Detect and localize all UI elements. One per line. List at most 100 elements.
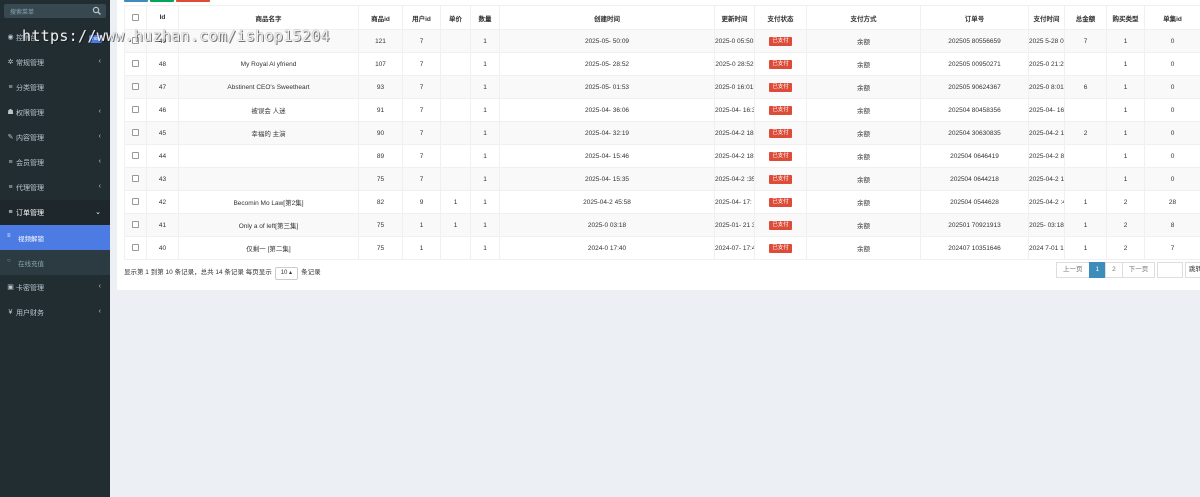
cell-order-no: 202505 90624367 xyxy=(920,75,1029,99)
sidebar-subitem-label: 在线充值 xyxy=(18,261,44,268)
column-header[interactable]: 商品id xyxy=(358,5,403,30)
row-select-cell[interactable] xyxy=(124,121,147,145)
cell-total: 2 xyxy=(1064,121,1107,145)
sidebar-item[interactable]: ✲ 常规管理 ‹ xyxy=(0,50,110,75)
column-header[interactable]: 总金额 xyxy=(1064,5,1107,30)
cell-total xyxy=(1064,144,1107,168)
column-header[interactable]: 支付时间 xyxy=(1028,5,1065,30)
column-header[interactable]: 数量 xyxy=(470,5,500,30)
select-all-checkbox[interactable] xyxy=(132,13,139,21)
sidebar-item-label: 内容管理 xyxy=(16,135,44,142)
circle-icon: ○ xyxy=(7,258,11,264)
watermark: https://www.huzhan.com/ishop15204 xyxy=(22,27,330,45)
column-header[interactable]: 更新时间 xyxy=(714,5,755,30)
sidebar-item[interactable]: ≡ 代理管理 ‹ xyxy=(0,175,110,200)
row-select-cell[interactable] xyxy=(124,213,147,237)
cell-buy-type: 1 xyxy=(1106,167,1145,191)
toolbar-button[interactable] xyxy=(150,0,174,2)
cell-qty: 1 xyxy=(470,167,500,191)
row-checkbox[interactable] xyxy=(132,244,139,252)
cell-paid: 2025-04-2 8:15:46 xyxy=(1028,144,1065,168)
chevron-left-icon: ‹ xyxy=(98,108,101,115)
row-select-cell[interactable] xyxy=(124,167,147,191)
toolbar-button[interactable] xyxy=(124,0,148,2)
cell-buy-type: 1 xyxy=(1106,144,1145,168)
cell-order-no: 202504 30630835 xyxy=(920,121,1029,145)
cell-status: 已支付 xyxy=(754,29,807,53)
cell-goods-id: 75 xyxy=(358,236,403,260)
cell-created: 2025-05- 28:52 xyxy=(499,52,715,76)
cell-updated: 2025-0 28:52 xyxy=(714,52,755,76)
cell-order-no: 202505 00950271 xyxy=(920,52,1029,76)
cell-price xyxy=(440,75,471,99)
cell-user-id: 1 xyxy=(402,213,441,237)
row-select-cell[interactable] xyxy=(124,190,147,214)
sidebar-item[interactable]: ¥ 用户财务 ‹ xyxy=(0,300,110,325)
cell-buy-type: 1 xyxy=(1106,75,1145,99)
cell-episode-id: 7 xyxy=(1144,236,1200,260)
cell-price: 1 xyxy=(440,213,471,237)
row-checkbox[interactable] xyxy=(132,221,139,229)
column-header[interactable]: 单价 xyxy=(440,5,471,30)
page-2-button[interactable]: 2 xyxy=(1105,262,1123,278)
row-select-cell[interactable] xyxy=(124,144,147,168)
column-header[interactable]: 商品名字 xyxy=(178,5,359,30)
sidebar-item[interactable]: ≡ 订单管理 ⌄ xyxy=(0,200,110,225)
row-checkbox[interactable] xyxy=(132,198,139,206)
sidebar-item[interactable]: ✎ 内容管理 ‹ xyxy=(0,125,110,150)
row-checkbox[interactable] xyxy=(132,106,139,114)
row-select-cell[interactable] xyxy=(124,75,147,99)
cell-updated: 2025-04-2 18: :46 xyxy=(714,144,755,168)
toolbar-button[interactable] xyxy=(176,0,210,2)
row-checkbox[interactable] xyxy=(132,83,139,91)
sidebar-item[interactable]: ≡ 会员管理 ‹ xyxy=(0,150,110,175)
search-icon[interactable] xyxy=(92,6,102,16)
cell-updated: 2024-07- 17:40 xyxy=(714,236,755,260)
menu-search-input[interactable]: 搜索菜单 xyxy=(4,4,106,18)
row-checkbox[interactable] xyxy=(132,129,139,137)
chevron-down-icon: ⌄ xyxy=(95,209,101,216)
column-header[interactable]: 购买类型 xyxy=(1106,5,1145,30)
cell-name: Abstinent CEO's Sweetheart xyxy=(178,75,359,99)
column-header[interactable]: 支付状态 xyxy=(754,5,807,30)
page-size-select[interactable]: 10 ▴ xyxy=(274,267,299,280)
row-select-cell[interactable] xyxy=(124,98,147,122)
cell-name: Only a of left[第三集] xyxy=(178,213,359,237)
cell-user-id: 7 xyxy=(402,167,441,191)
cell-updated: 2025-0 05:50:09 xyxy=(714,29,755,53)
cell-total: 6 xyxy=(1064,75,1107,99)
list-icon: ≡ xyxy=(8,209,13,216)
column-header[interactable]: 单集id xyxy=(1144,5,1200,30)
cell-paid: 2025-0 21:28:52 xyxy=(1028,52,1065,76)
row-checkbox[interactable] xyxy=(132,60,139,68)
cell-id: 45 xyxy=(146,121,179,145)
row-checkbox[interactable] xyxy=(132,175,139,183)
column-header[interactable]: 创建时间 xyxy=(499,5,715,30)
column-header[interactable]: 订单号 xyxy=(920,5,1029,30)
sidebar-item-label: 代理管理 xyxy=(16,185,44,192)
cell-paid: 2025-0 8:01:53 xyxy=(1028,75,1065,99)
sidebar-item[interactable]: ▣ 卡密管理 ‹ xyxy=(0,275,110,300)
column-header[interactable]: Id xyxy=(146,5,179,30)
cell-id: 46 xyxy=(146,98,179,122)
row-select-cell[interactable] xyxy=(124,236,147,260)
row-checkbox[interactable] xyxy=(132,152,139,160)
next-page-button[interactable]: 下一页 xyxy=(1121,262,1156,278)
cell-created: 2025-04- 15:46 xyxy=(499,144,715,168)
sidebar-item[interactable]: ≡ 分类管理 xyxy=(0,75,110,100)
column-header[interactable]: 支付方式 xyxy=(806,5,921,30)
column-header[interactable]: 用户id xyxy=(402,5,441,30)
sidebar-item[interactable]: ☗ 权限管理 ‹ xyxy=(0,100,110,125)
jump-button[interactable]: 跳转 xyxy=(1185,262,1200,278)
jump-page-input[interactable] xyxy=(1157,262,1183,278)
row-select-cell[interactable] xyxy=(124,52,147,76)
page-1-button[interactable]: 1 xyxy=(1088,262,1107,278)
select-all-header[interactable] xyxy=(124,5,147,30)
cell-method: 余额 xyxy=(806,29,921,53)
sidebar-subitem[interactable]: ≡ 视频解锁 xyxy=(0,225,110,250)
sidebar-item-label: 会员管理 xyxy=(16,160,44,167)
prev-page-button[interactable]: 上一页 xyxy=(1056,262,1090,278)
sidebar-subitem[interactable]: ○ 在线充值 xyxy=(0,250,110,275)
cell-status: 已支付 xyxy=(754,121,807,145)
cell-user-id: 1 xyxy=(402,236,441,260)
